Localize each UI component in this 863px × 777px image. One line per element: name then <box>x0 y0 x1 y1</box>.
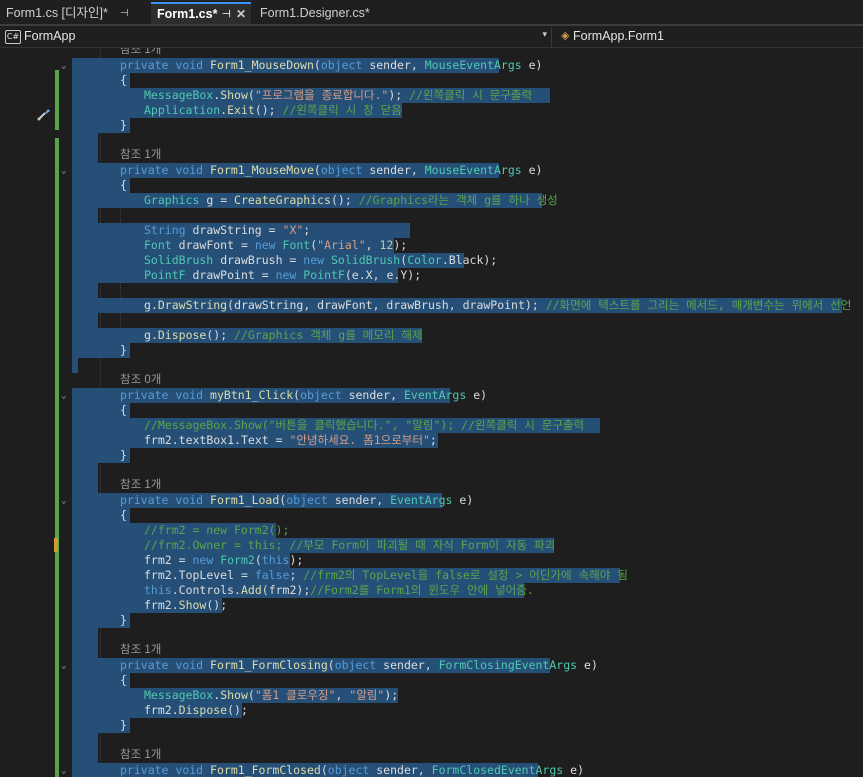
code-line[interactable]: String drawString = "X"; <box>144 223 310 238</box>
code-line[interactable]: private void Form1_FormClosing(object se… <box>120 658 598 673</box>
code-line[interactable]: { <box>120 403 127 418</box>
project-dropdown[interactable]: C# FormApp ▾ <box>0 27 552 47</box>
code-line[interactable]: //frm2.Owner = this; //부모 Form이 파괴될 때 자식… <box>144 538 555 553</box>
chevron-down-icon: ▾ <box>542 29 547 39</box>
tab-label: Form1.cs [디자인]* <box>6 6 108 20</box>
chevron-down-icon[interactable]: ⌄ <box>61 392 71 401</box>
project-name: FormApp <box>24 29 76 43</box>
reference-count-lens[interactable]: 참조 0개 <box>120 373 161 388</box>
code-line[interactable]: PointF drawPoint = new PointF(e.X, e.Y); <box>144 268 421 283</box>
code-line[interactable]: } <box>120 118 127 133</box>
code-line[interactable]: } <box>120 718 127 733</box>
reference-count-lens[interactable]: 참조 1개 <box>120 478 161 493</box>
change-marker <box>55 138 59 777</box>
tab-label: Form1.Designer.cs* <box>260 6 370 20</box>
selection-highlight <box>72 628 98 658</box>
change-marker <box>55 70 59 130</box>
code-editor[interactable]: ⌄ ⌄ ⌄ ⌄ ⌄ ⌄ private void Form1_MouseDown… <box>0 48 863 777</box>
tab-label: Form1.cs* <box>157 7 218 21</box>
code-line[interactable]: { <box>120 178 127 193</box>
chevron-down-icon[interactable]: ⌄ <box>61 767 71 776</box>
pin-icon[interactable]: ⊣ <box>120 3 129 24</box>
code-line[interactable]: frm2.textBox1.Text = "안녕하세요. 폼1으로부터"; <box>144 433 437 448</box>
reference-count-lens[interactable]: 참조 1개 <box>120 148 161 163</box>
selection-highlight <box>72 358 78 373</box>
code-line[interactable]: frm2 = new Form2(this); <box>144 553 303 568</box>
code-line[interactable]: } <box>120 613 127 628</box>
code-line[interactable]: private void myBtn1_Click(object sender,… <box>120 388 487 403</box>
code-line[interactable]: Application.Exit(); //왼쪽클릭 시 창 닫음 <box>144 103 402 118</box>
code-line[interactable]: //MessageBox.Show("버튼을 클릭했습니다.", "알림"); … <box>144 418 584 433</box>
selection-highlight <box>72 733 98 763</box>
code-line[interactable]: g.DrawString(drawString, drawFont, drawB… <box>144 298 851 313</box>
reference-count-lens[interactable]: 참조 1개 <box>120 643 161 658</box>
code-line[interactable]: private void Form1_MouseDown(object send… <box>120 58 542 73</box>
code-line[interactable]: Font drawFont = new Font("Arial", 12); <box>144 238 407 253</box>
class-icon: ◈ <box>561 30 570 42</box>
code-line[interactable]: frm2.TopLevel = false; //frm2의 TopLevel을… <box>144 568 628 583</box>
screwdriver-brush-icon[interactable] <box>36 106 52 122</box>
tab-form1-cs[interactable]: Form1.cs* ⊣ ✕ <box>151 2 251 24</box>
chevron-down-icon[interactable]: ⌄ <box>61 497 71 506</box>
code-line[interactable]: { <box>120 73 127 88</box>
code-line[interactable]: } <box>120 343 127 358</box>
code-line[interactable]: } <box>120 448 127 463</box>
code-line[interactable]: g.Dispose(); //Graphics 객체 g를 메모리 해제 <box>144 328 423 343</box>
navigation-bar: C# FormApp ▾ ◈ FormApp.Form1 <box>0 27 863 48</box>
csharp-project-icon: C# <box>5 30 21 44</box>
chevron-down-icon[interactable]: ⌄ <box>61 167 71 176</box>
pin-icon[interactable]: ⊣ <box>222 4 231 25</box>
code-line[interactable]: MessageBox.Show("프로그램을 종료합니다."); //왼쪽클릭 … <box>144 88 532 103</box>
code-line[interactable]: private void Form1_FormClosed(object sen… <box>120 763 584 777</box>
tab-form1-designer[interactable]: Form1.cs [디자인]* ⊣ <box>0 3 150 24</box>
document-tab-strip: Form1.cs [디자인]* ⊣ Form1.cs* ⊣ ✕ Form1.De… <box>0 0 863 26</box>
chevron-down-icon[interactable]: ⌄ <box>61 62 71 71</box>
code-line[interactable]: this.Controls.Add(frm2);//Form2를 Form1의 … <box>144 583 534 598</box>
close-icon[interactable]: ✕ <box>236 4 246 25</box>
reference-count-lens[interactable]: 참조 1개 <box>120 748 161 763</box>
code-line[interactable]: private void Form1_MouseMove(object send… <box>120 163 542 178</box>
selection-highlight <box>72 463 98 493</box>
class-name: FormApp.Form1 <box>573 29 664 43</box>
selection-highlight <box>72 313 98 328</box>
chevron-down-icon[interactable]: ⌄ <box>61 662 71 671</box>
selection-highlight <box>72 133 98 163</box>
class-dropdown[interactable]: ◈ FormApp.Form1 <box>553 27 863 47</box>
reference-count-lens[interactable]: 참조 1개 <box>120 48 161 58</box>
code-line[interactable]: frm2.Dispose(); <box>144 703 248 718</box>
code-line[interactable]: { <box>120 508 127 523</box>
code-line[interactable]: Graphics g = CreateGraphics(); //Graphic… <box>144 193 558 208</box>
selection-highlight <box>72 208 98 223</box>
code-line[interactable]: frm2.Show(); <box>144 598 227 613</box>
change-marker <box>54 538 58 552</box>
code-line[interactable]: //frm2 = new Form2(); <box>144 523 289 538</box>
selection-highlight <box>72 283 98 298</box>
code-line[interactable]: SolidBrush drawBrush = new SolidBrush(Co… <box>144 253 497 268</box>
code-line[interactable]: MessageBox.Show("폼1 클로우징", "알림"); <box>144 688 398 703</box>
code-line[interactable]: { <box>120 673 127 688</box>
code-line[interactable]: private void Form1_Load(object sender, E… <box>120 493 473 508</box>
tab-form1-designer-cs[interactable]: Form1.Designer.cs* <box>254 3 409 24</box>
